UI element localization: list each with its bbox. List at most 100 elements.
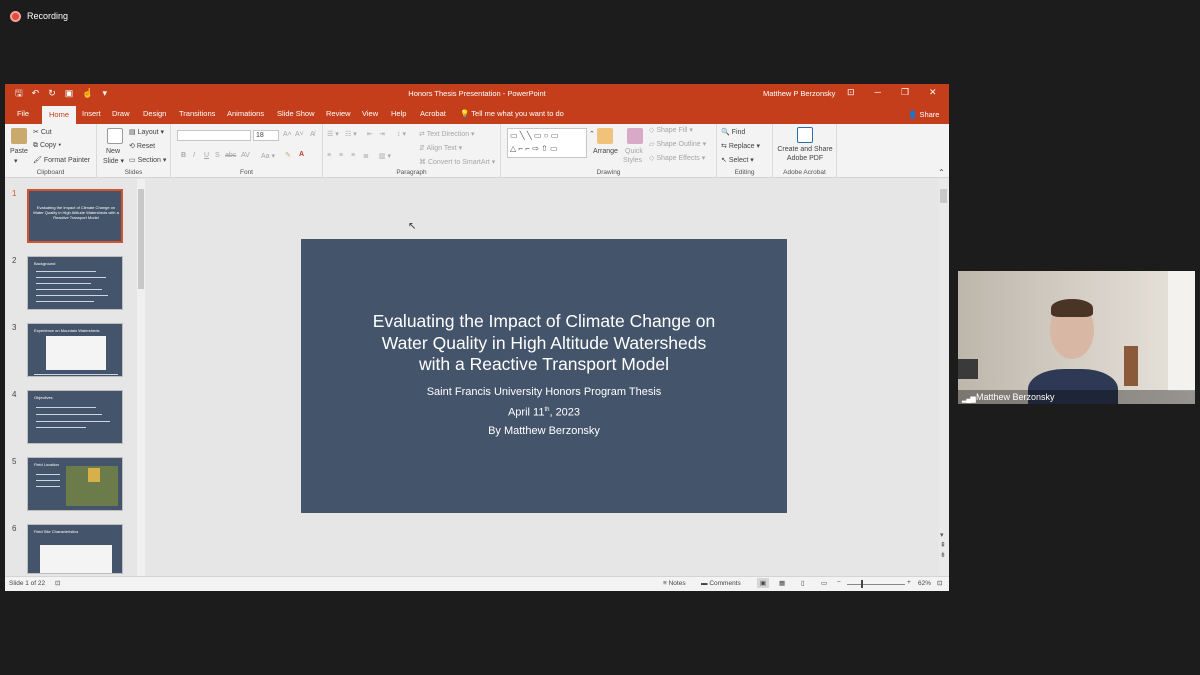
italic-button[interactable]: I	[193, 152, 195, 159]
ribbon-display-options-icon[interactable]: ⊡	[847, 87, 855, 98]
shapes-gallery[interactable]: ▭ ╲ ╲ ▭ ○ ▭ △ ⌐ ⌐ ⇨ ⇧ ▭	[507, 128, 587, 158]
reading-view-icon[interactable]: ▯	[801, 579, 805, 587]
tab-acrobat[interactable]: Acrobat	[420, 109, 446, 118]
bold-button[interactable]: B	[181, 152, 186, 159]
copy-button[interactable]: ⧉ Copy ▾	[33, 142, 61, 150]
slide-title[interactable]: Evaluating the Impact of Climate Change …	[301, 311, 787, 376]
account-name[interactable]: Matthew P Berzonsky	[763, 89, 835, 98]
arrange-button[interactable]: Arrange	[593, 148, 618, 155]
spelling-icon[interactable]: ⊡	[55, 579, 60, 587]
slide-nav-icons[interactable]: ▾ ⇞ ⇟	[940, 531, 946, 561]
character-spacing-button[interactable]: AV	[241, 152, 250, 159]
thumbnail-slide-4[interactable]: Objectives	[27, 390, 123, 444]
tab-view[interactable]: View	[362, 109, 378, 118]
highlight-color-icon[interactable]: ✎	[285, 151, 291, 159]
columns-icon[interactable]: ▥ ▾	[379, 152, 391, 160]
create-pdf-button-2[interactable]: Adobe PDF	[773, 155, 837, 162]
shape-effects-button[interactable]: ◇ Shape Effects ▾	[649, 154, 705, 162]
create-pdf-button[interactable]: Create and Share	[773, 146, 837, 153]
text-direction-button[interactable]: ⇄ Text Direction ▾	[419, 130, 475, 138]
new-slide-label[interactable]: New	[106, 148, 120, 155]
grow-font-icon[interactable]: A˄	[283, 131, 292, 138]
clear-formatting-icon[interactable]: A̸	[310, 131, 315, 138]
share-button[interactable]: 👤 Share	[908, 110, 939, 119]
line-spacing-icon[interactable]: ↕ ▾	[397, 130, 406, 138]
create-pdf-icon[interactable]	[797, 127, 813, 143]
align-right-icon[interactable]: ≡	[351, 152, 355, 159]
underline-button[interactable]: U	[204, 152, 209, 159]
thumbnail-slide-1[interactable]: Evaluating the Impact of Climate Change …	[27, 189, 123, 243]
scroll-thumb[interactable]	[940, 189, 947, 203]
tab-design[interactable]: Design	[143, 109, 166, 118]
tab-transitions[interactable]: Transitions	[179, 109, 215, 118]
tab-draw[interactable]: Draw	[112, 109, 130, 118]
tab-animations[interactable]: Animations	[227, 109, 264, 118]
justify-icon[interactable]: ≣	[363, 152, 369, 160]
zoom-level[interactable]: 62%	[918, 580, 931, 587]
shape-outline-button[interactable]: ▱ Shape Outline ▾	[649, 140, 706, 148]
align-center-icon[interactable]: ≡	[339, 152, 343, 159]
font-name-input[interactable]	[177, 130, 251, 141]
slideshow-view-icon[interactable]: ▭	[821, 579, 827, 587]
scroll-thumb[interactable]	[138, 189, 144, 289]
convert-smartart-button[interactable]: ⌘ Convert to SmartArt ▾	[419, 158, 495, 166]
bullets-icon[interactable]: ☰ ▾	[327, 130, 339, 138]
comments-button[interactable]: ▬ Comments	[701, 580, 741, 587]
replace-button[interactable]: ⇆ Replace ▾	[721, 142, 760, 150]
font-size-input[interactable]: 18	[253, 130, 279, 141]
zoom-slider[interactable]	[847, 584, 905, 585]
select-button[interactable]: ↖ Select ▾	[721, 156, 754, 164]
tab-file[interactable]: File	[17, 109, 29, 118]
font-color-icon[interactable]: A	[299, 151, 304, 158]
tab-insert[interactable]: Insert	[82, 109, 101, 118]
increase-indent-icon[interactable]: ⇥	[379, 130, 385, 138]
shapes-scroll-icon[interactable]: ⌃	[589, 130, 595, 138]
slide-canvas[interactable]: Evaluating the Impact of Climate Change …	[301, 239, 787, 513]
tell-me-search[interactable]: 💡 Tell me what you want to do	[460, 109, 564, 118]
tab-slide-show[interactable]: Slide Show	[277, 109, 315, 118]
tab-review[interactable]: Review	[326, 109, 351, 118]
slide-sorter-icon[interactable]: ▦	[779, 579, 785, 587]
close-icon[interactable]: ✕	[929, 87, 937, 98]
paste-icon[interactable]	[11, 128, 27, 144]
align-left-icon[interactable]: ≡	[327, 152, 331, 159]
fit-slide-icon[interactable]: ⊡	[937, 579, 942, 587]
paste-button[interactable]: Paste	[10, 148, 28, 155]
shrink-font-icon[interactable]: A˅	[295, 131, 304, 138]
new-slide-button[interactable]: Slide ▾	[103, 157, 124, 165]
zoom-in-icon[interactable]: +	[907, 579, 911, 586]
shape-fill-button[interactable]: ◇ Shape Fill ▾	[649, 126, 693, 134]
tab-home[interactable]: Home	[42, 106, 77, 124]
cut-button[interactable]: ✂ Cut	[33, 128, 52, 136]
maximize-icon[interactable]: ❐	[901, 87, 909, 98]
decrease-indent-icon[interactable]: ⇤	[367, 130, 373, 138]
zoom-out-icon[interactable]: −	[837, 579, 841, 586]
quick-styles-button-2[interactable]: Styles	[623, 157, 642, 164]
thumbnail-slide-5[interactable]: Field Location	[27, 457, 123, 511]
quick-styles-button[interactable]: Quick	[625, 148, 643, 155]
change-case-icon[interactable]: Aa ▾	[261, 152, 275, 160]
reset-button[interactable]: ⟲ Reset	[129, 142, 155, 150]
format-painter-button[interactable]: 🖌 Format Painter	[33, 156, 90, 164]
section-button[interactable]: ▭ Section ▾	[129, 156, 166, 164]
strikethrough-button[interactable]: abc	[225, 152, 236, 159]
thumbnail-slide-3[interactable]: Experience on Mountain Watersheds	[27, 323, 123, 377]
slide-subtitle[interactable]: Saint Francis University Honors Program …	[301, 383, 787, 440]
new-slide-icon[interactable]	[107, 128, 123, 144]
tab-help[interactable]: Help	[391, 109, 406, 118]
shadow-button[interactable]: S	[215, 152, 220, 159]
notes-button[interactable]: ≡ Notes	[663, 580, 686, 587]
layout-button[interactable]: ▤ Layout ▾	[129, 128, 164, 136]
zoom-slider-thumb[interactable]	[861, 580, 863, 588]
numbering-icon[interactable]: ☷ ▾	[345, 130, 357, 138]
collapse-ribbon-icon[interactable]: ⌃	[938, 168, 945, 177]
paste-dropdown-icon[interactable]: ▾	[14, 157, 18, 165]
align-text-button[interactable]: ⇵ Align Text ▾	[419, 144, 462, 152]
video-tile[interactable]: ▂▄▆ Matthew Berzonsky	[958, 271, 1195, 404]
slide-scrollbar[interactable]: ▾ ⇞ ⇟	[939, 179, 949, 576]
thumbnail-slide-6[interactable]: Field Site Characteristics	[27, 524, 123, 574]
arrange-icon[interactable]	[597, 128, 613, 144]
quick-styles-icon[interactable]	[627, 128, 643, 144]
thumbnail-scrollbar[interactable]	[137, 179, 145, 576]
minimize-icon[interactable]: ─	[875, 87, 881, 98]
